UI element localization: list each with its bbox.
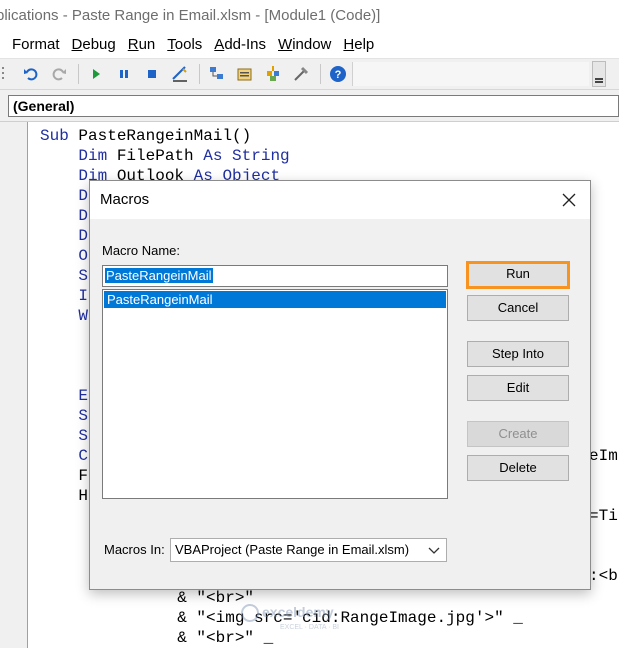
menu-run-accel: R bbox=[127, 36, 139, 53]
macros-in-select[interactable]: VBAProject (Paste Range in Email.xlsm) bbox=[170, 538, 447, 562]
macro-name-input[interactable]: PasteRangeinMail bbox=[102, 265, 448, 287]
code-keyword: Dim bbox=[40, 147, 108, 165]
code-line: D bbox=[40, 227, 89, 245]
menu-tools-accel: T bbox=[167, 36, 175, 53]
menu-window-label: indow bbox=[292, 36, 332, 53]
delete-button[interactable]: Delete bbox=[467, 455, 569, 481]
edit-button[interactable]: Edit bbox=[467, 375, 569, 401]
code-text: FilePath bbox=[107, 147, 204, 165]
help-icon[interactable]: ? bbox=[327, 63, 349, 85]
menu-run[interactable]: Run bbox=[122, 34, 162, 56]
margin-indicator-bar[interactable] bbox=[0, 122, 28, 648]
code-keyword: Sub bbox=[40, 127, 69, 145]
create-button: Create bbox=[467, 421, 569, 447]
watermark-tagline: EXCEL · DATA · BI bbox=[280, 624, 339, 631]
cancel-button[interactable]: Cancel bbox=[467, 295, 569, 321]
step-into-button[interactable]: Step Into bbox=[467, 341, 569, 367]
code-fragment: =Ti bbox=[589, 507, 618, 525]
close-icon[interactable] bbox=[554, 185, 584, 215]
menu-help-label: elp bbox=[354, 36, 375, 53]
code-fragment: eIm bbox=[589, 447, 618, 465]
code-line: D bbox=[40, 207, 89, 225]
code-line: H bbox=[40, 487, 89, 505]
run-button[interactable]: Run bbox=[466, 261, 570, 289]
window-title: plications - Paste Range in Email.xlsm -… bbox=[0, 0, 619, 32]
menu-debug-accel: D bbox=[71, 36, 83, 53]
macros-in-value: VBAProject (Paste Range in Email.xlsm) bbox=[175, 542, 410, 557]
dialog-title-bar[interactable]: Macros bbox=[90, 181, 590, 219]
menu-debug[interactable]: Debug bbox=[66, 34, 122, 56]
toolbar-separator bbox=[78, 64, 79, 84]
code-line: S bbox=[40, 267, 89, 285]
toolbox-icon[interactable] bbox=[290, 63, 312, 85]
design-mode-icon[interactable] bbox=[169, 63, 191, 85]
menu-tools-label: ools bbox=[174, 36, 203, 53]
break-icon[interactable] bbox=[113, 63, 135, 85]
toolbar-separator bbox=[320, 64, 321, 84]
macro-name-label: Macro Name: bbox=[102, 243, 181, 258]
properties-icon[interactable] bbox=[234, 63, 256, 85]
chevron-down-icon bbox=[428, 539, 440, 568]
list-item[interactable]: PasteRangeinMail bbox=[104, 291, 446, 308]
code-window-header: (General) bbox=[0, 90, 619, 122]
code-line: I bbox=[40, 287, 89, 305]
toolbar-separator bbox=[199, 64, 200, 84]
menu-add-ins[interactable]: Add-Ins bbox=[208, 34, 272, 56]
toolbar-position-area bbox=[352, 62, 589, 86]
macros-in-label: Macros In: bbox=[104, 542, 165, 557]
macros-dialog: Macros Macro Name: PasteRangeinMail Past… bbox=[89, 180, 591, 590]
menu-add-ins-label: dd-Ins bbox=[224, 36, 267, 53]
macro-list[interactable]: PasteRangeinMail bbox=[102, 289, 448, 499]
menu-help[interactable]: Help bbox=[337, 34, 380, 56]
code-text: PasteRangeinMail() bbox=[68, 127, 252, 145]
code-line: & "<br>" bbox=[62, 589, 255, 607]
code-line: S bbox=[40, 427, 89, 445]
code-fragment: :<b bbox=[589, 567, 618, 585]
code-line: Sub PasteRangeinMail() bbox=[40, 126, 251, 146]
code-keyword: As String bbox=[203, 147, 290, 165]
menu-debug-label: ebug bbox=[82, 36, 116, 53]
toolbar-grip bbox=[0, 63, 8, 85]
code-line: W bbox=[40, 307, 89, 325]
code-line: C bbox=[40, 447, 89, 465]
macro-name-value: PasteRangeinMail bbox=[105, 268, 213, 283]
menu-window[interactable]: Window bbox=[272, 34, 337, 56]
code-line: D bbox=[40, 187, 89, 205]
code-line: E bbox=[40, 387, 89, 405]
menu-tools[interactable]: Tools bbox=[161, 34, 208, 56]
watermark-brand: exceldemy bbox=[262, 604, 334, 620]
menu-format[interactable]: Format bbox=[0, 34, 66, 56]
code-line: S bbox=[40, 407, 89, 425]
menu-bar: Format Debug Run Tools Add-Ins Window He… bbox=[0, 32, 619, 58]
project-explorer-icon[interactable] bbox=[206, 63, 228, 85]
toolbar-options-scroll[interactable] bbox=[592, 61, 606, 87]
reset-icon[interactable] bbox=[141, 63, 163, 85]
menu-run-label: un bbox=[138, 36, 156, 53]
code-line: Dim FilePath As String bbox=[40, 146, 290, 166]
menu-format-label: Format bbox=[12, 36, 60, 53]
redo-icon[interactable] bbox=[48, 63, 70, 85]
exceldemy-watermark: exceldemy EXCEL · DATA · BI bbox=[240, 602, 380, 632]
run-icon[interactable] bbox=[85, 63, 107, 85]
menu-window-accel: W bbox=[278, 36, 293, 53]
code-line: O bbox=[40, 247, 89, 265]
object-browser-icon[interactable] bbox=[262, 63, 284, 85]
dialog-title: Macros bbox=[100, 191, 150, 208]
menu-add-ins-accel: A bbox=[214, 36, 225, 53]
code-line: F bbox=[40, 467, 89, 485]
svg-text:?: ? bbox=[335, 69, 342, 81]
object-combo[interactable]: (General) bbox=[8, 95, 619, 117]
undo-icon[interactable] bbox=[20, 63, 42, 85]
standard-toolbar: ? bbox=[0, 58, 619, 90]
menu-help-accel: H bbox=[343, 36, 355, 53]
